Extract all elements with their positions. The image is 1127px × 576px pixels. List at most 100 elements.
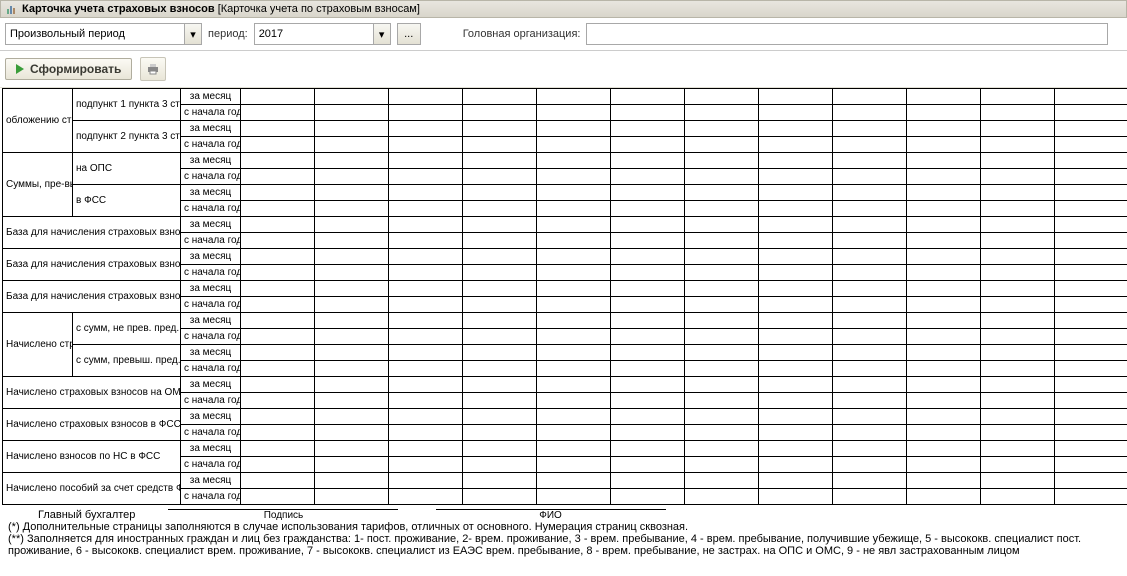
data-cell — [1055, 201, 1127, 217]
data-cell — [907, 169, 981, 185]
fio-line: ФИО — [436, 509, 666, 521]
org-label: Головная организация: — [463, 28, 581, 40]
data-cell — [1055, 89, 1127, 105]
data-cell — [1055, 409, 1127, 425]
data-cell — [833, 489, 907, 505]
data-cell — [833, 105, 907, 121]
data-cell — [463, 313, 537, 329]
period-label: период: — [208, 28, 248, 40]
data-cell — [1055, 105, 1127, 121]
data-cell — [907, 201, 981, 217]
chevron-down-icon[interactable]: ▾ — [373, 24, 390, 44]
data-cell — [907, 345, 981, 361]
data-cell — [1055, 441, 1127, 457]
period-sub: с начала года — [181, 137, 241, 153]
data-cell — [241, 441, 315, 457]
row-header: База для начисления страховых взносов на… — [3, 217, 181, 249]
data-cell — [241, 313, 315, 329]
row-header: База для начисления страховых взносов на… — [3, 249, 181, 281]
org-input[interactable] — [586, 23, 1108, 45]
data-cell — [833, 345, 907, 361]
chevron-down-icon[interactable]: ▾ — [184, 24, 201, 44]
data-cell — [685, 153, 759, 169]
data-cell — [907, 409, 981, 425]
data-cell — [241, 297, 315, 313]
data-cell — [907, 329, 981, 345]
data-cell — [611, 393, 685, 409]
data-cell — [537, 233, 611, 249]
data-cell — [611, 249, 685, 265]
period-sub: за месяц — [181, 345, 241, 361]
signature-line: Подпись — [168, 509, 398, 521]
data-cell — [463, 137, 537, 153]
form-button[interactable]: Сформировать — [5, 58, 132, 80]
data-cell — [981, 361, 1055, 377]
data-cell — [537, 313, 611, 329]
data-cell — [759, 441, 833, 457]
data-cell — [833, 249, 907, 265]
data-cell — [611, 457, 685, 473]
data-cell — [241, 233, 315, 249]
data-cell — [685, 441, 759, 457]
data-cell — [685, 89, 759, 105]
data-cell — [241, 409, 315, 425]
data-cell — [241, 265, 315, 281]
data-cell — [759, 457, 833, 473]
data-cell — [759, 121, 833, 137]
data-cell — [759, 489, 833, 505]
data-cell — [833, 473, 907, 489]
period-type-combo[interactable]: ▾ — [5, 23, 202, 45]
data-cell — [759, 297, 833, 313]
data-cell — [833, 393, 907, 409]
period-sub: за месяц — [181, 153, 241, 169]
data-cell — [463, 409, 537, 425]
data-cell — [537, 457, 611, 473]
data-cell — [759, 105, 833, 121]
data-cell — [759, 217, 833, 233]
data-cell — [833, 377, 907, 393]
data-cell — [981, 89, 1055, 105]
data-cell — [907, 265, 981, 281]
data-cell — [537, 89, 611, 105]
data-cell — [981, 105, 1055, 121]
data-cell — [241, 185, 315, 201]
period-sub: с начала года — [181, 105, 241, 121]
row-subheader: подпункт 1 пункта 3 статьи 422 — [73, 89, 181, 121]
data-cell — [463, 201, 537, 217]
data-cell — [611, 233, 685, 249]
data-cell — [611, 105, 685, 121]
data-cell — [389, 473, 463, 489]
data-cell — [981, 425, 1055, 441]
data-cell — [611, 425, 685, 441]
data-cell — [685, 137, 759, 153]
data-cell — [759, 89, 833, 105]
data-cell — [833, 217, 907, 233]
data-cell — [1055, 137, 1127, 153]
data-cell — [1055, 329, 1127, 345]
period-type-input[interactable] — [6, 25, 184, 43]
data-cell — [537, 121, 611, 137]
data-cell — [685, 201, 759, 217]
data-cell — [759, 313, 833, 329]
data-cell — [981, 329, 1055, 345]
print-settings-button[interactable] — [140, 57, 166, 81]
period-value-input[interactable] — [255, 25, 373, 43]
period-picker-button[interactable]: ... — [397, 23, 421, 45]
data-cell — [389, 249, 463, 265]
data-cell — [389, 425, 463, 441]
data-cell — [315, 121, 389, 137]
data-cell — [611, 329, 685, 345]
data-cell — [315, 185, 389, 201]
data-cell — [759, 185, 833, 201]
data-cell — [907, 105, 981, 121]
data-cell — [1055, 121, 1127, 137]
data-cell — [907, 393, 981, 409]
footnote-2: (**) Заполняется для иностранных граждан… — [8, 533, 1119, 557]
data-cell — [685, 425, 759, 441]
data-cell — [537, 217, 611, 233]
data-cell — [389, 201, 463, 217]
data-cell — [537, 393, 611, 409]
period-value-combo[interactable]: ▾ — [254, 23, 391, 45]
data-cell — [241, 457, 315, 473]
row-header: Начислено пособий за счет средств ФСС — [3, 473, 181, 505]
